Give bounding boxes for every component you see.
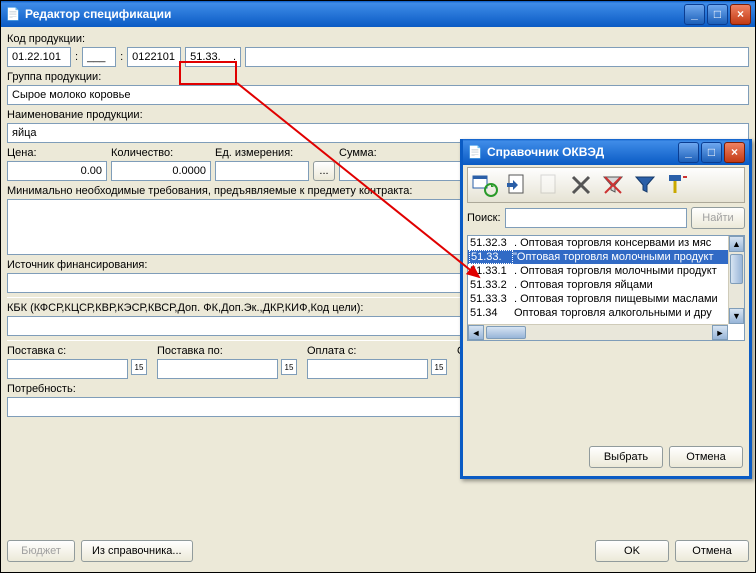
list-item-text: . Оптовая торговля консервами из мяс xyxy=(514,237,711,249)
list-item-code: 51.32.3 xyxy=(470,237,514,249)
label-supply-to: Поставка по: xyxy=(157,345,297,357)
ok-button[interactable]: OK xyxy=(595,540,669,562)
calendar-icon[interactable]: 15 xyxy=(131,359,147,375)
product-group-field[interactable]: Сырое молоко коровье xyxy=(7,85,749,105)
label-product-code: Код продукции: xyxy=(7,33,749,45)
close-button[interactable]: × xyxy=(724,142,745,163)
price-field[interactable]: 0.00 xyxy=(7,161,107,181)
vertical-scrollbar[interactable]: ▲ ▼ xyxy=(728,236,744,324)
okved-list[interactable]: 51.32.3. Оптовая торговля консервами из … xyxy=(467,235,745,341)
list-item[interactable]: 51.33.2. Оптовая торговля яйцами xyxy=(468,278,744,292)
list-item-code: 51.33.1 xyxy=(470,265,514,277)
list-item[interactable]: 51.34 Оптовая торговля алкогольными и др… xyxy=(468,306,744,320)
supply-from-field[interactable] xyxy=(7,359,128,379)
toolbar-delete-icon[interactable] xyxy=(566,170,596,200)
okved-title: Справочник ОКВЭД xyxy=(487,145,678,159)
scroll-down-icon[interactable]: ▼ xyxy=(729,308,744,324)
budget-button[interactable]: Бюджет xyxy=(7,540,75,562)
list-item-text: . Оптовая торговля молочными продукт xyxy=(514,265,717,277)
scroll-thumb[interactable] xyxy=(486,326,526,339)
main-titlebar: 📄 Редактор спецификации _ □ × xyxy=(1,1,755,27)
code-seg2[interactable]: ___ xyxy=(82,47,116,67)
scroll-left-icon[interactable]: ◄ xyxy=(468,325,484,340)
unit-picker-button[interactable]: ... xyxy=(313,161,335,181)
calendar-icon[interactable]: 15 xyxy=(431,359,447,375)
toolbar-clear-filter-icon[interactable] xyxy=(598,170,628,200)
label-search: Поиск: xyxy=(467,212,501,224)
list-item-text: "Оптовая торговля молочными продукт xyxy=(513,251,714,263)
pay-from-field[interactable] xyxy=(307,359,428,379)
toolbar-calendar-refresh-icon[interactable] xyxy=(470,170,500,200)
code-seg3[interactable]: 0122101 xyxy=(127,47,181,67)
okved-titlebar: 📄 Справочник ОКВЭД _ □ × xyxy=(463,139,749,165)
toolbar-document-arrow-icon[interactable] xyxy=(502,170,532,200)
list-item[interactable]: 51.33."Оптовая торговля молочными продук… xyxy=(468,250,744,264)
list-item-code: 51.33. xyxy=(469,250,513,264)
list-item[interactable]: 51.32.3. Оптовая торговля консервами из … xyxy=(468,236,744,250)
toolbar-tool-icon[interactable] xyxy=(662,170,692,200)
list-item-code: 51.33.2 xyxy=(470,279,514,291)
list-item-text: Оптовая торговля алкогольными и дру xyxy=(514,307,712,319)
list-item-code: 51.34 xyxy=(470,307,514,319)
label-unit: Ед. измерения: xyxy=(215,147,335,159)
label-quantity: Количество: xyxy=(111,147,211,159)
quantity-field[interactable]: 0.0000 xyxy=(111,161,211,181)
maximize-button[interactable]: □ xyxy=(701,142,722,163)
label-product-name: Наименование продукции: xyxy=(7,109,749,121)
cancel-button[interactable]: Отмена xyxy=(675,540,749,562)
supply-to-field[interactable] xyxy=(157,359,278,379)
window-title: Редактор спецификации xyxy=(25,7,684,21)
scroll-right-icon[interactable]: ► xyxy=(712,325,728,340)
find-button[interactable]: Найти xyxy=(691,207,745,229)
okved-cancel-button[interactable]: Отмена xyxy=(669,446,743,468)
from-reference-button[interactable]: Из справочника... xyxy=(81,540,193,562)
okved-toolbar xyxy=(467,167,745,203)
label-product-group: Группа продукции: xyxy=(7,71,749,83)
select-button[interactable]: Выбрать xyxy=(589,446,663,468)
minimize-button[interactable]: _ xyxy=(678,142,699,163)
code-rest[interactable] xyxy=(245,47,749,67)
unit-field[interactable] xyxy=(215,161,309,181)
app-icon: 📄 xyxy=(5,6,21,22)
list-item-text: . Оптовая торговля яйцами xyxy=(514,279,653,291)
toolbar-filter-icon[interactable] xyxy=(630,170,660,200)
label-pay-from: Оплата с: xyxy=(307,345,447,357)
code-seg4[interactable]: 51.33.__. xyxy=(185,47,241,67)
close-button[interactable]: × xyxy=(730,4,751,25)
list-item-text: . Оптовая торговля пищевыми маслами xyxy=(514,293,718,305)
toolbar-new-icon[interactable] xyxy=(534,170,564,200)
label-supply-from: Поставка с: xyxy=(7,345,147,357)
horizontal-scrollbar[interactable]: ◄ ► xyxy=(468,324,728,340)
okved-dialog: 📄 Справочник ОКВЭД _ □ × xyxy=(460,139,752,479)
scroll-thumb[interactable] xyxy=(730,254,743,284)
minimize-button[interactable]: _ xyxy=(684,4,705,25)
list-item-code: 51.33.3 xyxy=(470,293,514,305)
calendar-icon[interactable]: 15 xyxy=(281,359,297,375)
code-seg1[interactable]: 01.22.101 xyxy=(7,47,71,67)
list-item[interactable]: 51.33.1. Оптовая торговля молочными прод… xyxy=(468,264,744,278)
search-input[interactable] xyxy=(505,208,687,228)
label-price: Цена: xyxy=(7,147,107,159)
list-item[interactable]: 51.33.3. Оптовая торговля пищевыми масла… xyxy=(468,292,744,306)
app-icon: 📄 xyxy=(467,144,483,160)
scroll-up-icon[interactable]: ▲ xyxy=(729,236,744,252)
maximize-button[interactable]: □ xyxy=(707,4,728,25)
